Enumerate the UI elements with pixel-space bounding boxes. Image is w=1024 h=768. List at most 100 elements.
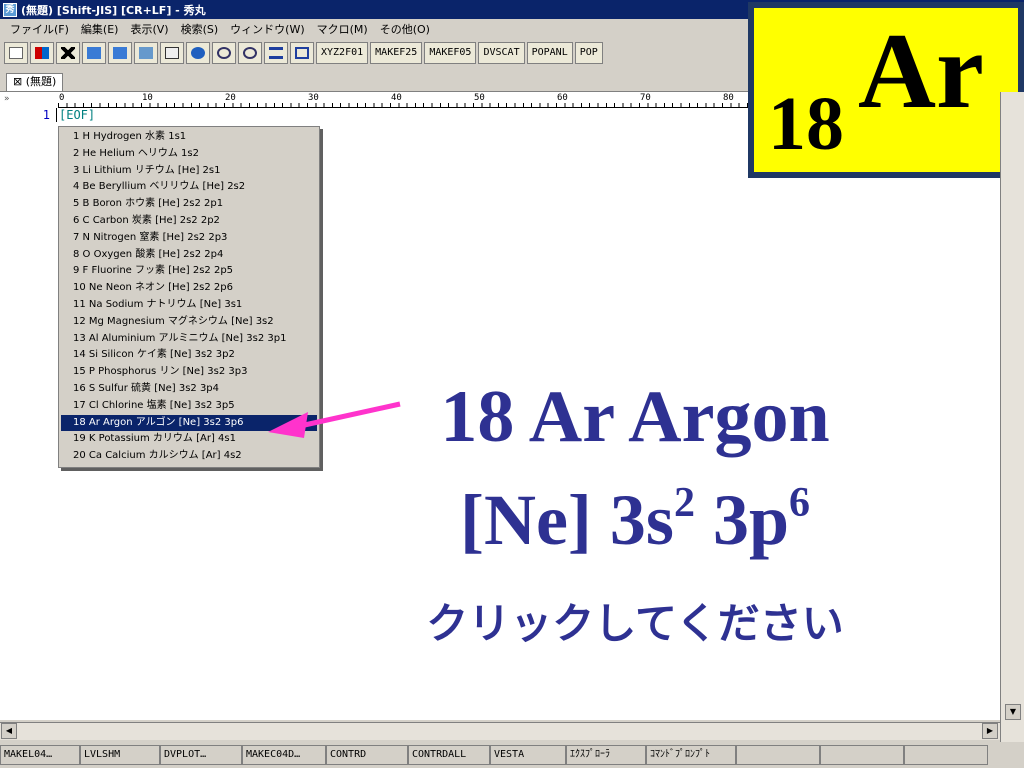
ruler-label: 40 bbox=[390, 93, 403, 103]
jump-icon bbox=[139, 47, 153, 59]
pointer-arrow bbox=[268, 401, 401, 438]
completion-item[interactable]: 11 Na Sodium ナトリウム [Ne] 3s1 bbox=[61, 297, 317, 314]
ruler-label: 70 bbox=[639, 93, 652, 103]
completion-item[interactable]: 20 Ca Calcium カルシウム [Ar] 4s2 bbox=[61, 448, 317, 465]
arrow-up-icon bbox=[87, 47, 101, 59]
menu-search[interactable]: 検索(S) bbox=[175, 21, 225, 37]
config-exponent-s: 2 bbox=[673, 480, 695, 526]
search-icon bbox=[217, 47, 231, 59]
arrow-head bbox=[268, 412, 308, 438]
status-macro-button[interactable]: MAKEC04D… bbox=[242, 745, 326, 765]
element-badge: 18 Ar bbox=[748, 2, 1024, 178]
new-file-button[interactable] bbox=[4, 42, 28, 64]
help-button[interactable] bbox=[186, 42, 210, 64]
delete-button[interactable] bbox=[56, 42, 80, 64]
ruler-label: 0 bbox=[58, 93, 66, 103]
click-prompt[interactable]: クリックしてください bbox=[400, 590, 870, 651]
atomic-number: 18 bbox=[768, 82, 844, 166]
status-macro-button[interactable]: VESTA bbox=[490, 745, 566, 765]
jump-button[interactable] bbox=[134, 42, 158, 64]
status-empty-cell bbox=[820, 745, 904, 765]
completion-item[interactable]: 1 H Hydrogen 水素 1s1 bbox=[61, 129, 317, 146]
completion-item[interactable]: 2 He Helium ヘリウム 1s2 bbox=[61, 146, 317, 163]
ruler: 0 10 20 30 40 50 60 70 80 bbox=[58, 93, 758, 108]
move-up-button[interactable] bbox=[82, 42, 106, 64]
tab-label: (無題) bbox=[25, 75, 57, 88]
completion-item[interactable]: 7 N Nitrogen 窒素 [He] 2s2 2p3 bbox=[61, 230, 317, 247]
completion-item[interactable]: 5 B Boron ホウ素 [He] 2s2 2p1 bbox=[61, 196, 317, 213]
ruler-label: 50 bbox=[473, 93, 486, 103]
move-down-button[interactable] bbox=[108, 42, 132, 64]
split-button[interactable] bbox=[264, 42, 288, 64]
scroll-right-button[interactable]: ▶ bbox=[982, 723, 998, 739]
config-mid: 3p bbox=[694, 480, 789, 560]
completion-item[interactable]: 3 Li Lithium リチウム [He] 2s1 bbox=[61, 163, 317, 180]
replace-icon bbox=[35, 47, 49, 59]
menu-file[interactable]: ファイル(F) bbox=[4, 21, 75, 37]
status-empty-cell bbox=[904, 745, 988, 765]
copy-button[interactable] bbox=[160, 42, 184, 64]
arrow-down-icon bbox=[113, 47, 127, 59]
menu-macro[interactable]: マクロ(M) bbox=[311, 21, 374, 37]
menu-view[interactable]: 表示(V) bbox=[124, 21, 174, 37]
status-macro-button[interactable]: MAKEL04… bbox=[0, 745, 80, 765]
compare-icon bbox=[295, 47, 309, 59]
compare-button[interactable] bbox=[290, 42, 314, 64]
tab-untitled[interactable]: ⊠ (無題) bbox=[6, 73, 64, 91]
search-next-icon bbox=[243, 47, 257, 59]
completion-item[interactable]: 8 O Oxygen 酸素 [He] 2s2 2p4 bbox=[61, 247, 317, 264]
completion-item[interactable]: 13 Al Aluminium アルミニウム [Ne] 3s2 3p1 bbox=[61, 331, 317, 348]
find-button[interactable] bbox=[212, 42, 236, 64]
eof-marker: [EOF] bbox=[56, 108, 95, 122]
completion-item[interactable]: 6 C Carbon 炭素 [He] 2s2 2p2 bbox=[61, 213, 317, 230]
status-empty-cell bbox=[736, 745, 820, 765]
completion-item[interactable]: 15 P Phosphorus リン [Ne] 3s2 3p3 bbox=[61, 364, 317, 381]
menu-edit[interactable]: 編集(E) bbox=[75, 21, 125, 37]
electron-configuration: [Ne] 3s2 3p6 bbox=[400, 482, 870, 556]
status-macro-button[interactable]: ｴｸｽﾌﾟﾛｰﾗ bbox=[566, 745, 646, 765]
config-exponent-p: 6 bbox=[788, 480, 810, 526]
find-next-button[interactable] bbox=[238, 42, 262, 64]
scroll-down-button[interactable]: ▼ bbox=[1005, 704, 1021, 720]
vertical-scrollbar[interactable]: ▼ bbox=[1000, 92, 1024, 742]
completion-item[interactable]: 4 Be Beryllium ベリリウム [He] 2s2 bbox=[61, 179, 317, 196]
element-title: 18 Ar Argon bbox=[440, 376, 830, 458]
gutter-mark: » bbox=[4, 94, 10, 104]
macro-button-dvscat[interactable]: DVSCAT bbox=[478, 42, 525, 64]
split-icon bbox=[269, 47, 283, 59]
macro-button-makef05[interactable]: MAKEF05 bbox=[424, 42, 477, 64]
macro-button-xyz2f01[interactable]: XYZ2F01 bbox=[316, 42, 369, 64]
status-bar: MAKEL04… LVLSHM DVPLOT… MAKEC04D… CONTRD CONT… bbox=[0, 742, 1024, 768]
horizontal-scrollbar[interactable]: ◀ ▶ bbox=[0, 722, 1000, 740]
new-file-icon bbox=[9, 47, 23, 59]
ruler-label: 30 bbox=[307, 93, 320, 103]
replace-button[interactable] bbox=[30, 42, 54, 64]
config-core: [Ne] 3s bbox=[460, 480, 674, 560]
ruler-label: 60 bbox=[556, 93, 569, 103]
completion-item[interactable]: 9 F Fluorine フッ素 [He] 2s2 2p5 bbox=[61, 263, 317, 280]
element-symbol: Ar bbox=[858, 12, 984, 131]
ruler-label: 10 bbox=[141, 93, 154, 103]
status-macro-button[interactable]: DVPLOT… bbox=[160, 745, 242, 765]
status-macro-button[interactable]: LVLSHM bbox=[80, 745, 160, 765]
line-number: 1 bbox=[42, 108, 50, 122]
arrow-shaft bbox=[299, 401, 401, 429]
completion-item[interactable]: 12 Mg Magnesium マグネシウム [Ne] 3s2 bbox=[61, 314, 317, 331]
window-title: (無題) [Shift-JIS] [CR+LF] - 秀丸 bbox=[21, 3, 206, 17]
menu-window[interactable]: ウィンドウ(W) bbox=[224, 21, 310, 37]
status-macro-button[interactable]: CONTRDALL bbox=[408, 745, 490, 765]
macro-button-pop[interactable]: POP bbox=[574, 42, 603, 64]
menu-other[interactable]: その他(O) bbox=[374, 21, 436, 37]
macro-button-makef25[interactable]: MAKEF25 bbox=[370, 42, 423, 64]
close-icon[interactable]: ⊠ bbox=[13, 75, 22, 88]
help-icon bbox=[191, 47, 205, 59]
macro-button-popanl[interactable]: POPANL bbox=[526, 42, 573, 64]
scroll-left-button[interactable]: ◀ bbox=[1, 723, 17, 739]
completion-item[interactable]: 10 Ne Neon ネオン [He] 2s2 2p6 bbox=[61, 280, 317, 297]
copy-icon bbox=[165, 47, 179, 59]
status-macro-button[interactable]: CONTRD bbox=[326, 745, 408, 765]
ruler-label: 80 bbox=[722, 93, 735, 103]
toolbar: XYZ2F01 MAKEF25 MAKEF05 DVSCAT POPANL PO… bbox=[0, 40, 760, 66]
completion-item[interactable]: 14 Si Silicon ケイ素 [Ne] 3s2 3p2 bbox=[61, 347, 317, 364]
status-macro-button[interactable]: ｺﾏﾝﾄﾞﾌﾟﾛﾝﾌﾟﾄ bbox=[646, 745, 736, 765]
